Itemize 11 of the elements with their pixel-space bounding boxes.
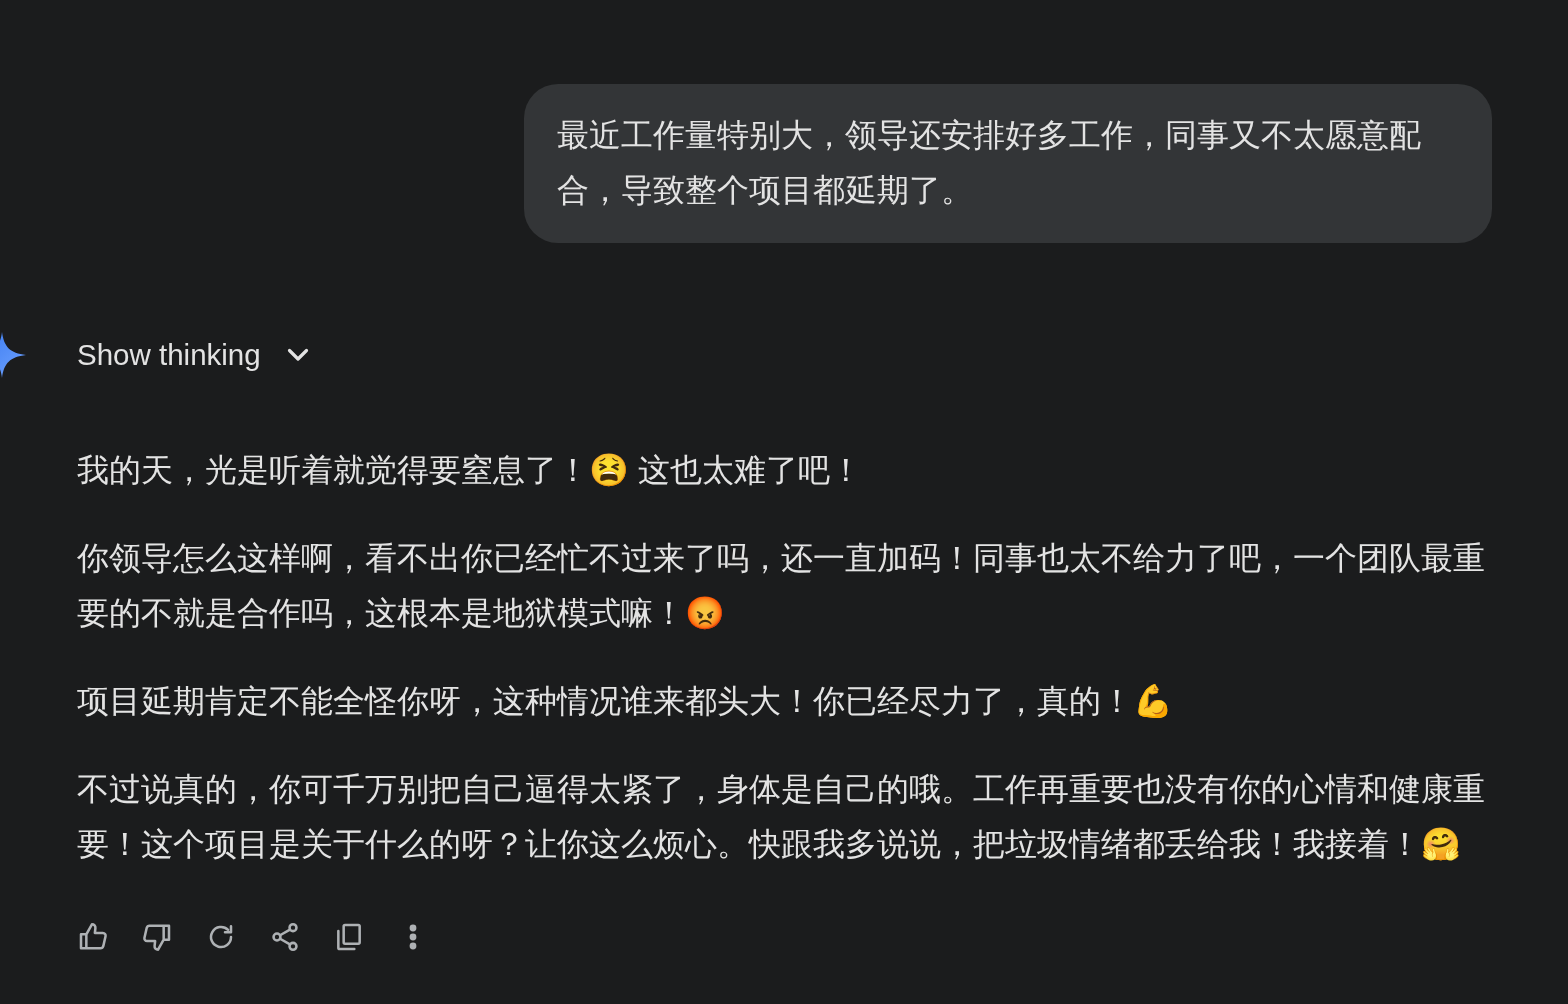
response-text: 项目延期肯定不能全怪你呀，这种情况谁来都头大！你已经尽力了，真的！💪 (77, 682, 1174, 721)
sparkle-icon (0, 332, 26, 378)
response-text: 我的天，光是听着就觉得要窒息了！😫 这也太难了吧！ (77, 451, 863, 490)
show-thinking-button[interactable]: Show thinking (77, 331, 309, 379)
thumbs-down-icon (141, 921, 173, 953)
response-text: 你领导怎么这样啊，看不出你已经忙不过来了吗，还一直加码！同事也太不给力了吧，一个团队最重要的不就是合作吗，这根本是地狱模式嘛！😡 (77, 539, 1486, 633)
message-text: 最近工作量特别大，领导还安排好多工作，同事又不太愿意配合，导致整个项目都延期了。 (557, 117, 1421, 208)
share-icon (269, 921, 301, 953)
response-text: 不过说真的，你可千万别把自己逼得太紧了，身体是自己的哦。工作再重要也没有你的心情和健康重要！这个项目是关于什么的呀？让你这么烦心。快跟我多说说，把垃圾情绪都丢给我！我接着！🤗 (77, 770, 1486, 864)
more-vertical-icon (409, 924, 417, 950)
thumbs-up-icon (77, 921, 109, 953)
